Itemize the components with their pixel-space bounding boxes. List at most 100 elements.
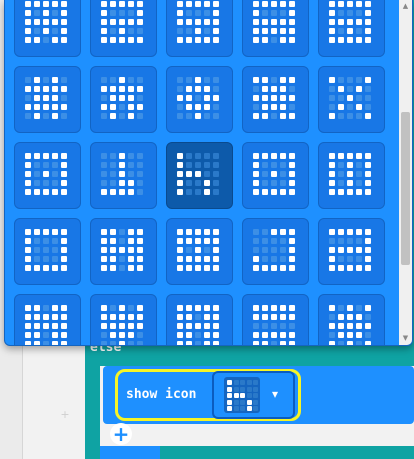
led-on <box>137 104 143 110</box>
led-on <box>195 238 201 244</box>
icon-option[interactable] <box>166 66 233 133</box>
led-off <box>253 393 258 398</box>
icon-option[interactable] <box>318 142 385 209</box>
icon-option[interactable] <box>166 294 233 345</box>
led-on <box>61 341 67 345</box>
led-off <box>253 323 259 329</box>
icon-option[interactable] <box>14 218 81 285</box>
led-on <box>25 265 31 271</box>
led-off <box>101 341 107 345</box>
icon-option[interactable] <box>90 0 157 57</box>
led-off <box>338 341 344 345</box>
led-off <box>101 153 107 159</box>
led-on <box>271 104 277 110</box>
icon-picker-dropdown: ▲ ▼ <box>4 0 413 346</box>
icon-option[interactable] <box>14 142 81 209</box>
led-off <box>329 95 335 101</box>
icon-field-dropdown[interactable]: ▾ <box>212 371 295 419</box>
led-on <box>365 229 371 235</box>
led-on <box>61 162 67 168</box>
led-off <box>61 77 67 83</box>
led-on <box>347 162 353 168</box>
icon-option[interactable] <box>166 0 233 57</box>
led-off <box>34 180 40 186</box>
led-on <box>271 189 277 195</box>
scrollbar-thumb[interactable] <box>401 112 410 265</box>
led-on <box>365 28 371 34</box>
icon-option[interactable] <box>318 218 385 285</box>
led-on <box>61 256 67 262</box>
led-on <box>329 265 335 271</box>
led-on <box>25 238 31 244</box>
led-on <box>34 104 40 110</box>
led-on <box>289 265 295 271</box>
led-on <box>289 171 295 177</box>
led-on <box>329 323 335 329</box>
led-on <box>34 86 40 92</box>
led-off <box>280 238 286 244</box>
led-on <box>177 153 183 159</box>
led-on <box>365 189 371 195</box>
icon-option[interactable] <box>166 218 233 285</box>
scroll-down-icon[interactable]: ▼ <box>401 334 410 342</box>
led-off <box>177 86 183 92</box>
led-on <box>329 77 335 83</box>
led-on <box>280 19 286 25</box>
led-on <box>213 19 219 25</box>
led-on <box>262 77 268 83</box>
led-on <box>186 171 192 177</box>
led-on <box>128 180 134 186</box>
led-on <box>280 77 286 83</box>
led-on <box>338 265 344 271</box>
icon-option[interactable] <box>166 142 233 209</box>
led-off <box>213 189 219 195</box>
led-off <box>262 171 268 177</box>
icon-option[interactable] <box>14 66 81 133</box>
led-on <box>177 323 183 329</box>
led-on <box>365 153 371 159</box>
led-on <box>25 104 31 110</box>
icon-option[interactable] <box>90 218 157 285</box>
led-off <box>280 256 286 262</box>
led-on <box>186 1 192 7</box>
icon-option[interactable] <box>318 66 385 133</box>
led-on <box>213 305 219 311</box>
led-on <box>329 229 335 235</box>
led-on <box>61 37 67 43</box>
icon-option[interactable] <box>242 142 309 209</box>
led-on <box>204 341 210 345</box>
led-off <box>365 86 371 92</box>
icon-option[interactable] <box>242 294 309 345</box>
led-off <box>128 28 134 34</box>
plus-circle-icon[interactable]: + <box>110 423 132 445</box>
led-on <box>204 323 210 329</box>
led-off <box>347 77 353 83</box>
led-on <box>338 19 344 25</box>
icon-option[interactable] <box>90 66 157 133</box>
led-on <box>356 104 362 110</box>
icon-option[interactable] <box>242 66 309 133</box>
led-on <box>43 95 49 101</box>
icon-option[interactable] <box>242 0 309 57</box>
icon-option[interactable] <box>14 294 81 345</box>
led-on <box>177 19 183 25</box>
led-on <box>213 28 219 34</box>
led-on <box>128 256 134 262</box>
icon-option[interactable] <box>14 0 81 57</box>
icon-option[interactable] <box>318 0 385 57</box>
icon-option[interactable] <box>318 294 385 345</box>
led-on <box>119 162 125 168</box>
led-off <box>119 256 125 262</box>
led-on <box>137 265 143 271</box>
icon-option[interactable] <box>242 218 309 285</box>
icon-option[interactable] <box>90 294 157 345</box>
led-on <box>195 86 201 92</box>
scroll-up-icon[interactable]: ▲ <box>401 2 410 10</box>
icon-option[interactable] <box>90 142 157 209</box>
led-on <box>246 406 252 411</box>
led-on <box>52 153 58 159</box>
led-off <box>204 162 210 168</box>
led-on <box>101 256 107 262</box>
led-off <box>195 95 201 101</box>
led-on <box>137 314 143 320</box>
